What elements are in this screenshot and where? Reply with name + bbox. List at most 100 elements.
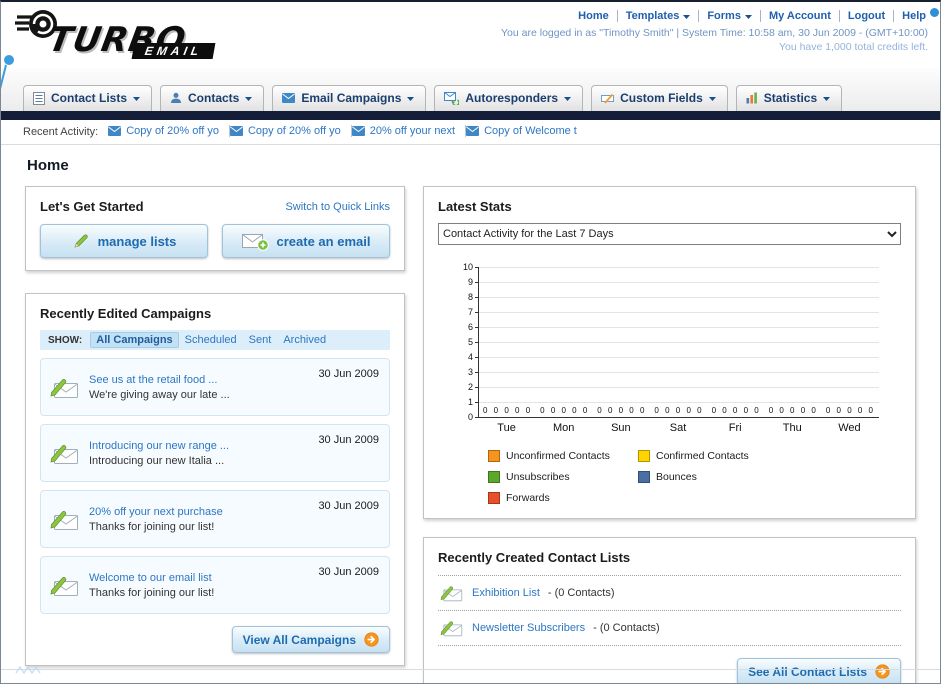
- legend-label: Forwards: [506, 492, 550, 504]
- manage-lists-button[interactable]: manage lists: [40, 224, 208, 258]
- legend-swatch: [488, 450, 500, 462]
- envelope-small-icon: [282, 93, 296, 103]
- create-email-button[interactable]: create an email: [222, 224, 390, 258]
- campaign-date: 30 Jun 2009: [318, 566, 379, 578]
- main-content: Let's Get Started Switch to Quick Links …: [1, 186, 940, 683]
- main-tabs: Contact Lists Contacts Email Campaigns Auto…: [1, 68, 940, 111]
- campaign-title-link[interactable]: 20% off your next purchase: [89, 506, 302, 518]
- series-values: 0 0 0 0 0: [483, 406, 533, 415]
- legend-swatch: [638, 471, 650, 483]
- stats-panel-title: Latest Stats: [438, 199, 512, 214]
- tab-label: Contacts: [188, 91, 240, 105]
- y-axis-tick: [475, 402, 479, 403]
- switch-quick-links-link[interactable]: Switch to Quick Links: [285, 201, 390, 213]
- nav-link-label: Templates: [625, 10, 680, 22]
- chevron-down-icon: [407, 96, 415, 101]
- filter-archived[interactable]: Archived: [277, 332, 332, 348]
- series-values: 0 0 0 0 0: [825, 406, 875, 415]
- turbo-email-app: TURBO EMAIL Home Templates Forms My Account…: [0, 0, 941, 684]
- logo-subtext: EMAIL: [131, 43, 216, 59]
- y-axis-label: 5: [467, 337, 473, 347]
- chevron-down-icon: [245, 96, 253, 101]
- x-axis-labels: Tue Mon Sun Sat Fri Thu Wed: [478, 422, 878, 434]
- manage-lists-label: manage lists: [97, 233, 177, 249]
- campaign-item[interactable]: Welcome to our email list Thanks for join…: [40, 556, 390, 614]
- get-started-title: Let's Get Started: [40, 199, 144, 214]
- latest-stats-panel: Latest Stats Contact Activity for the La…: [423, 186, 916, 519]
- y-axis-tick: [475, 312, 479, 313]
- y-axis-label: 9: [467, 277, 473, 287]
- legend-swatch: [488, 492, 500, 504]
- turbo-email-logo[interactable]: TURBO EMAIL: [15, 6, 275, 68]
- series-values: 0 0 0 0 0: [654, 406, 704, 415]
- get-started-buttons: manage lists create an email: [40, 224, 390, 258]
- see-all-contact-lists-label: See All Contact Lists: [748, 664, 867, 679]
- top-nav: Home Templates Forms My Account Logout Help: [501, 10, 928, 22]
- recent-activity-link[interactable]: 20% off your next: [351, 125, 467, 137]
- contact-list-link[interactable]: Exhibition List: [472, 587, 540, 599]
- view-all-campaigns-button[interactable]: View All Campaigns: [231, 626, 390, 653]
- contact-list-row[interactable]: Newsletter Subscribers - (0 Contacts): [438, 611, 901, 646]
- tab-label: Email Campaigns: [301, 91, 402, 105]
- series-values: 0 0 0 0 0: [768, 406, 818, 415]
- campaigns-panel-title: Recently Edited Campaigns: [40, 306, 212, 321]
- y-axis-tick: [475, 267, 479, 268]
- recent-activity-link[interactable]: Copy of 20% off yo: [229, 125, 352, 137]
- filter-sent[interactable]: Sent: [243, 332, 278, 348]
- y-axis-label: 2: [467, 382, 473, 392]
- legend-label: Unsubscribes: [506, 471, 570, 483]
- footer-divider: [1, 669, 940, 670]
- campaign-title-link[interactable]: See us at the retail food ...: [89, 374, 302, 386]
- view-all-campaigns-label: View All Campaigns: [242, 632, 356, 647]
- nav-link-label: Home: [578, 10, 609, 22]
- campaign-title-link[interactable]: Introducing our new range ...: [89, 440, 302, 452]
- arrow-circle-icon: [364, 632, 379, 647]
- nav-link-help[interactable]: Help: [894, 10, 928, 22]
- contact-list-row[interactable]: Exhibition List - (0 Contacts): [438, 576, 901, 611]
- decorative-blue-dot-left: [4, 55, 14, 65]
- person-icon: [170, 92, 182, 104]
- y-axis-label: 0: [467, 412, 473, 422]
- campaign-item[interactable]: Introducing our new range ... Introducing…: [40, 424, 390, 482]
- series-values: 0 0 0 0 0: [597, 406, 647, 415]
- see-all-contact-lists-button[interactable]: See All Contact Lists: [737, 658, 901, 683]
- nav-link-home[interactable]: Home: [570, 10, 618, 22]
- campaign-item[interactable]: See us at the retail food ... We're givin…: [40, 358, 390, 416]
- nav-link-my-account[interactable]: My Account: [761, 10, 840, 22]
- campaign-title-link[interactable]: Welcome to our email list: [89, 572, 302, 584]
- chart-plot: 0 0 0 0 0 0 0 0 0 0 0 0 0 0 0 0 0 0 0 0 0 0 …: [463, 262, 879, 422]
- tab-email-campaigns[interactable]: Email Campaigns: [272, 85, 427, 111]
- contact-lists-panel-actions: See All Contact Lists: [438, 658, 901, 683]
- nav-link-forms[interactable]: Forms: [699, 10, 761, 22]
- y-axis-tick: [475, 342, 479, 343]
- envelope-pencil-icon: [50, 508, 80, 531]
- envelope-small-icon: [229, 126, 243, 136]
- x-axis-label: Tue: [497, 422, 516, 434]
- y-axis-label: 7: [467, 307, 473, 317]
- chevron-down-icon: [683, 14, 691, 19]
- activity-link-label: 20% off your next: [369, 125, 456, 137]
- nav-link-templates[interactable]: Templates: [618, 10, 700, 22]
- stats-range-select[interactable]: Contact Activity for the Last 7 Days: [438, 223, 901, 245]
- tab-contact-lists[interactable]: Contact Lists: [23, 85, 153, 111]
- nav-link-logout[interactable]: Logout: [840, 10, 895, 22]
- gridline: [479, 342, 879, 343]
- tab-autoresponders[interactable]: Autoresponders: [434, 85, 584, 111]
- campaign-item[interactable]: 20% off your next purchase Thanks for joi…: [40, 490, 390, 548]
- recent-activity-label: Recent Activity:: [23, 126, 99, 138]
- filter-all-campaigns[interactable]: All Campaigns: [90, 332, 179, 348]
- recent-activity-link[interactable]: Copy of Welcome t: [466, 125, 587, 137]
- contact-list-link[interactable]: Newsletter Subscribers: [472, 622, 585, 634]
- tab-contacts[interactable]: Contacts: [160, 85, 265, 111]
- envelope-plus-icon: [241, 232, 269, 251]
- legend-item: Confirmed Contacts: [638, 450, 788, 462]
- gridline: [479, 312, 879, 313]
- tab-statistics[interactable]: Statistics: [735, 85, 843, 111]
- tab-custom-fields[interactable]: Custom Fields: [591, 85, 728, 111]
- nav-divider-bar: [1, 111, 940, 120]
- recent-activity-link[interactable]: Copy of 20% off yo: [108, 125, 230, 137]
- gridline: [479, 282, 879, 283]
- legend-label: Bounces: [656, 471, 697, 483]
- filter-scheduled[interactable]: Scheduled: [179, 332, 243, 348]
- autoresponder-icon: [444, 91, 460, 105]
